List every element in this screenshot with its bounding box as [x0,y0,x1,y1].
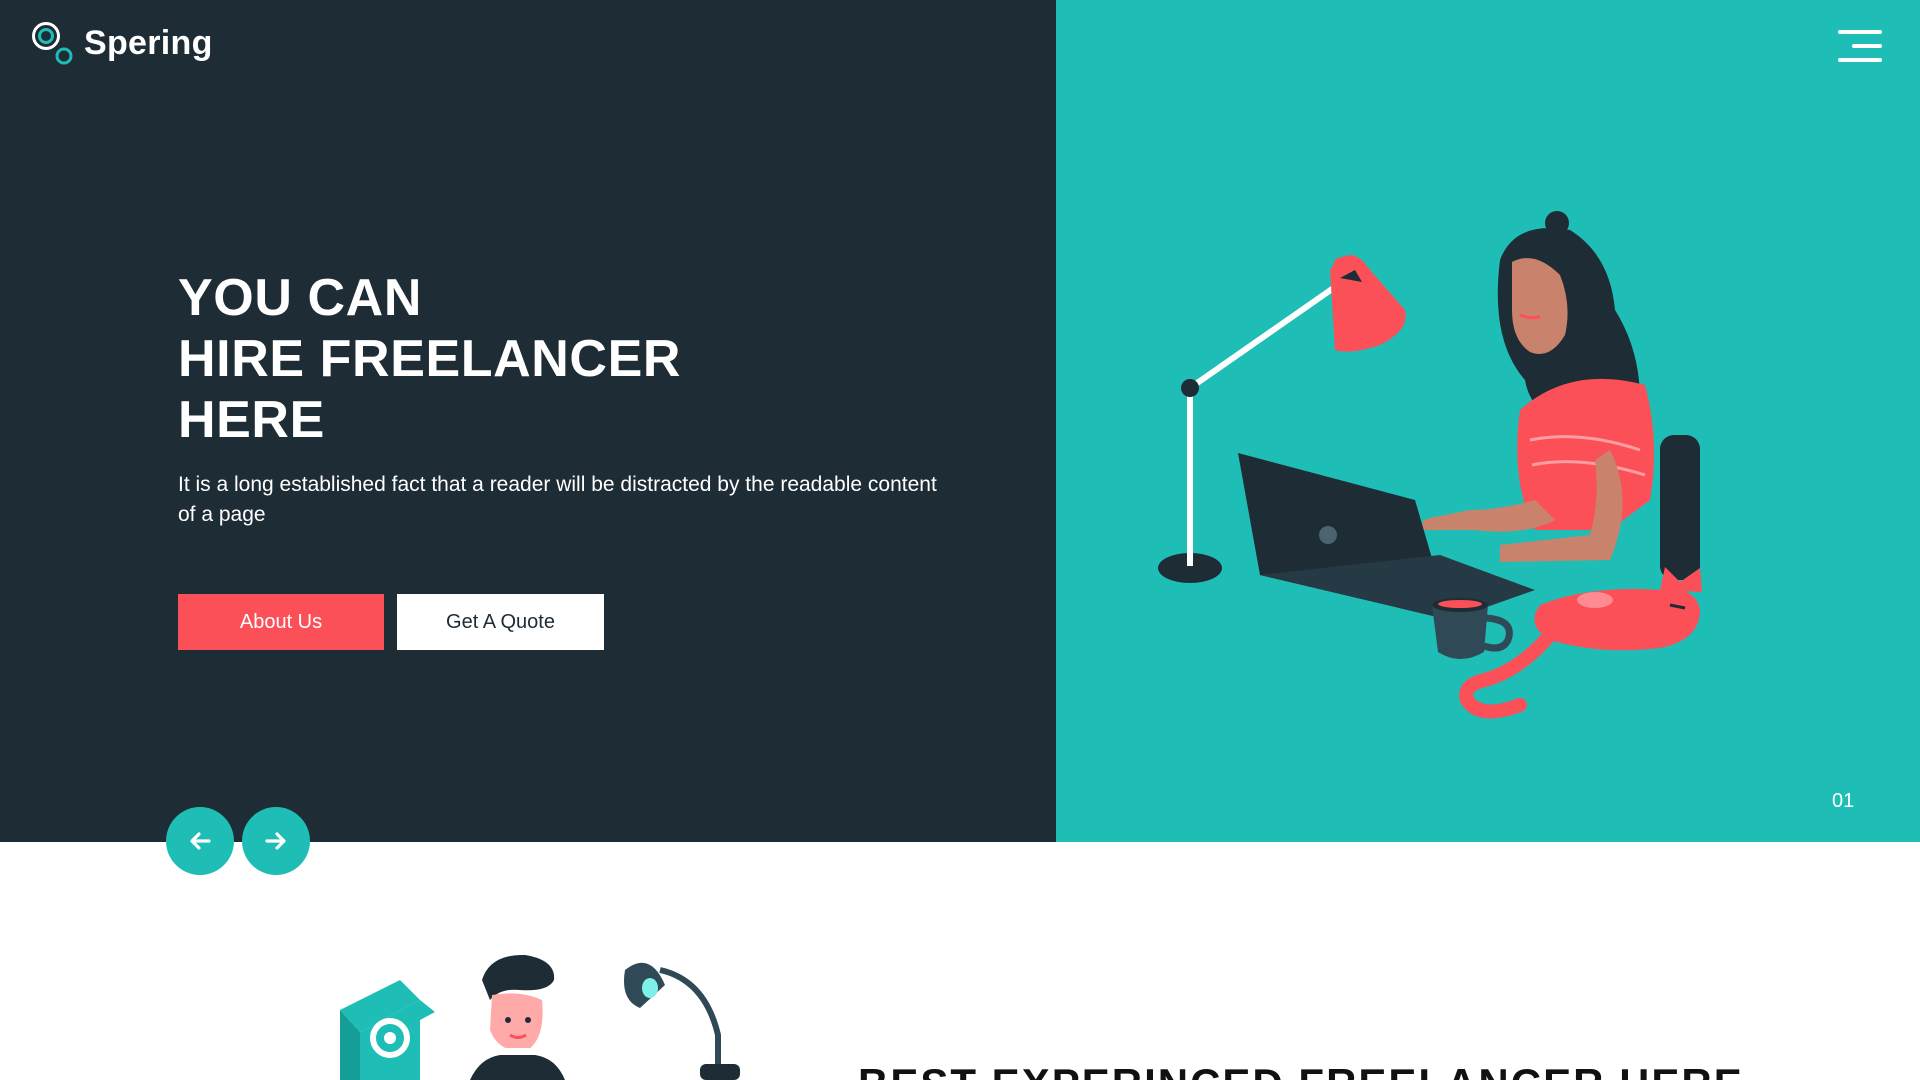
section-title: BEST EXPERINCED FREELANCER HERE [858,1060,1744,1080]
brand-name: Spering [84,23,213,62]
slider-next-button[interactable] [242,807,310,875]
double-ring-logo-icon [30,20,76,66]
slide-number: 01 [1832,790,1855,812]
arrow-left-icon [190,832,211,850]
about-us-button[interactable]: About Us [178,594,384,650]
hamburger-menu-icon[interactable] [1838,30,1882,64]
slider-prev-button[interactable] [166,807,234,875]
get-a-quote-button[interactable]: Get A Quote [397,594,604,650]
woman-at-laptop-illustration [1140,200,1760,740]
brand-link[interactable]: Spering [30,20,213,66]
arrow-right-icon [265,832,286,850]
hero-description: It is a long established fact that a rea… [178,473,937,526]
hero-title-line-2: HIRE FREELANCER [178,330,682,388]
hero-title-line-3: HERE [178,391,325,449]
hero-title: YOU CAN HIRE FREELANCER HERE [178,268,681,451]
hero-title-line-1: YOU CAN [178,269,422,327]
man-with-gear-illustration [320,940,760,1080]
hero-section: Spering YOU CAN HIRE FREELANCER HERE It … [0,0,1920,875]
